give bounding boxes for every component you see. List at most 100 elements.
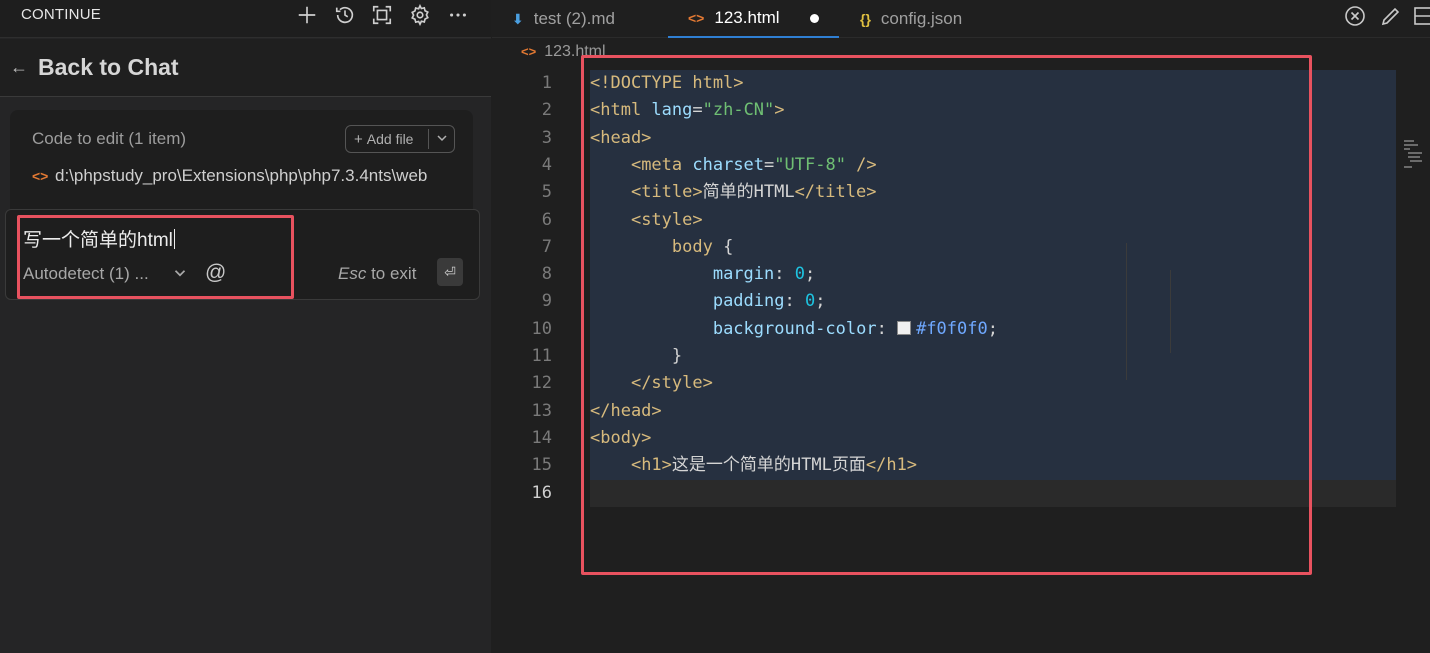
gear-icon[interactable] (407, 2, 433, 28)
color-swatch-icon[interactable] (897, 320, 912, 335)
add-file-label: Add file (366, 131, 414, 147)
tab-label: config.json (880, 9, 963, 28)
chevron-down-icon[interactable] (434, 130, 450, 146)
arrow-left-icon: ← (10, 57, 28, 77)
line-code: <!DOCTYPE html> (590, 70, 744, 97)
unsaved-dot-icon[interactable] (809, 13, 819, 23)
code-token: : (876, 318, 898, 339)
code-line[interactable]: 5 <title>简单的HTML</title> (492, 179, 1430, 206)
code-token: 这是一个简单的HTML页面 (671, 455, 866, 476)
input-value: 写一个简单的html (23, 230, 173, 251)
split-editor-icon[interactable] (1412, 4, 1430, 28)
line-code: padding: 0; (590, 288, 826, 315)
edit-body: Code to edit (1 item) + Add file <> d:\p… (0, 98, 491, 653)
line-number: 12 (531, 373, 552, 394)
panel-header: CONTINUE (0, 0, 491, 38)
panel-title: CONTINUE (21, 6, 101, 23)
code-line[interactable]: 11 } (492, 343, 1430, 370)
code-token: </h1> (865, 455, 918, 476)
code-token: <title> (630, 182, 703, 203)
code-line[interactable]: 4 <meta charset="UTF-8" /> (492, 152, 1430, 179)
pencil-icon[interactable] (1379, 4, 1403, 28)
line-number: 5 (541, 182, 552, 203)
tab-123-html[interactable]: <> 123.html (668, 0, 839, 38)
line-number: 9 (541, 291, 552, 312)
line-number: 1 (541, 73, 552, 93)
at-mention-icon[interactable]: @ (205, 261, 226, 285)
code-line[interactable]: 8 margin: 0; (492, 261, 1430, 288)
code-token: = (764, 154, 775, 175)
edit-input-card: 写一个简单的html Autodetect (1) ... @ Esc to e… (5, 209, 480, 300)
code-line[interactable]: 7 body { (492, 234, 1430, 261)
minimap[interactable] (1402, 138, 1427, 173)
add-file-button[interactable]: + Add file (345, 125, 455, 153)
code-token: > (774, 100, 785, 121)
code-line[interactable]: 2 <html lang="zh-CN"> (492, 97, 1430, 124)
continue-panel: CONTINUE ← Back to Chat Code to edit (1 … (0, 0, 491, 653)
line-number: 6 (541, 209, 552, 230)
line-code: </style> (590, 370, 713, 397)
breadcrumb[interactable]: <> 123.html (521, 43, 606, 61)
code-token: <meta (630, 154, 693, 175)
code-token: : (774, 264, 795, 285)
line-number: 13 (531, 400, 552, 421)
code-token: <style> (630, 209, 703, 230)
model-select[interactable]: Autodetect (1) ... (23, 264, 149, 284)
code-to-edit-title: Code to edit (1 item) (32, 129, 187, 148)
code-line[interactable]: 13 </head> (492, 398, 1430, 425)
code-line[interactable]: 3 <head> (492, 125, 1430, 152)
code-token: ; (804, 264, 816, 285)
code-token: 简单的HTML (702, 182, 795, 203)
close-circle-icon[interactable] (1343, 4, 1367, 28)
line-number: 11 (531, 346, 552, 366)
code-line[interactable]: 1 <!DOCTYPE html> (492, 70, 1430, 97)
text-caret (173, 229, 175, 249)
code-token: : (784, 291, 805, 312)
code-line[interactable]: 15 <h1>这是一个简单的HTML页面</h1> (492, 452, 1430, 479)
code-line[interactable]: 10 background-color: #f0f0f0; (492, 316, 1430, 343)
plus-icon: + (354, 130, 363, 148)
edit-instruction-input[interactable]: 写一个简单的html (23, 225, 175, 252)
line-number: 10 (531, 318, 552, 339)
editor-area: ⬇ test (2).md <> 123.html {} config.json… (492, 0, 1430, 653)
code-editor[interactable]: 1 <!DOCTYPE html> 2 <html lang="zh-CN"> 3 <he… (492, 70, 1430, 653)
code-token: </head> (590, 400, 662, 421)
tab-label: test (2).md (533, 9, 615, 28)
line-code: margin: 0; (590, 261, 815, 288)
line-code: body { (590, 234, 733, 261)
line-code: <meta charset="UTF-8" /> (590, 152, 877, 179)
code-token: body (671, 236, 724, 257)
code-line[interactable]: 6 <style> (492, 207, 1430, 234)
code-token: margin (712, 264, 775, 285)
plus-icon[interactable] (294, 2, 320, 28)
code-token: <html (590, 100, 652, 121)
code-line[interactable]: 9 padding: 0; (492, 288, 1430, 315)
code-token: = (692, 100, 703, 121)
breadcrumb-file: 123.html (544, 43, 606, 60)
chevron-down-icon[interactable] (171, 264, 189, 282)
history-icon[interactable] (332, 2, 358, 28)
code-token: padding (712, 291, 785, 312)
code-line[interactable]: 16 (492, 480, 1430, 507)
file-path[interactable]: d:\phpstudy_pro\Extensions\php\php7.3.4n… (55, 166, 467, 186)
esc-hint: Esc to exit (338, 264, 416, 284)
code-token: <h1> (630, 455, 672, 476)
line-code: <html lang="zh-CN"> (590, 97, 785, 124)
line-number: 16 (531, 482, 552, 503)
tab-config-json[interactable]: {} config.json (860, 0, 962, 38)
code-line[interactable]: 14 <body> (492, 425, 1430, 452)
tab-test-md[interactable]: ⬇ test (2).md (512, 0, 615, 38)
line-number: 8 (541, 264, 552, 285)
submit-button[interactable]: ⏎ (437, 258, 463, 286)
back-to-chat-button[interactable]: ← Back to Chat (0, 39, 491, 97)
code-token: ; (815, 291, 826, 312)
code-line[interactable]: 12 </style> (492, 370, 1430, 397)
code-token: "zh-CN" (702, 100, 775, 121)
line-number: 14 (531, 427, 552, 448)
more-icon[interactable] (445, 2, 471, 28)
fullscreen-icon[interactable] (369, 2, 395, 28)
line-code: <h1>这是一个简单的HTML页面</h1> (590, 452, 917, 479)
